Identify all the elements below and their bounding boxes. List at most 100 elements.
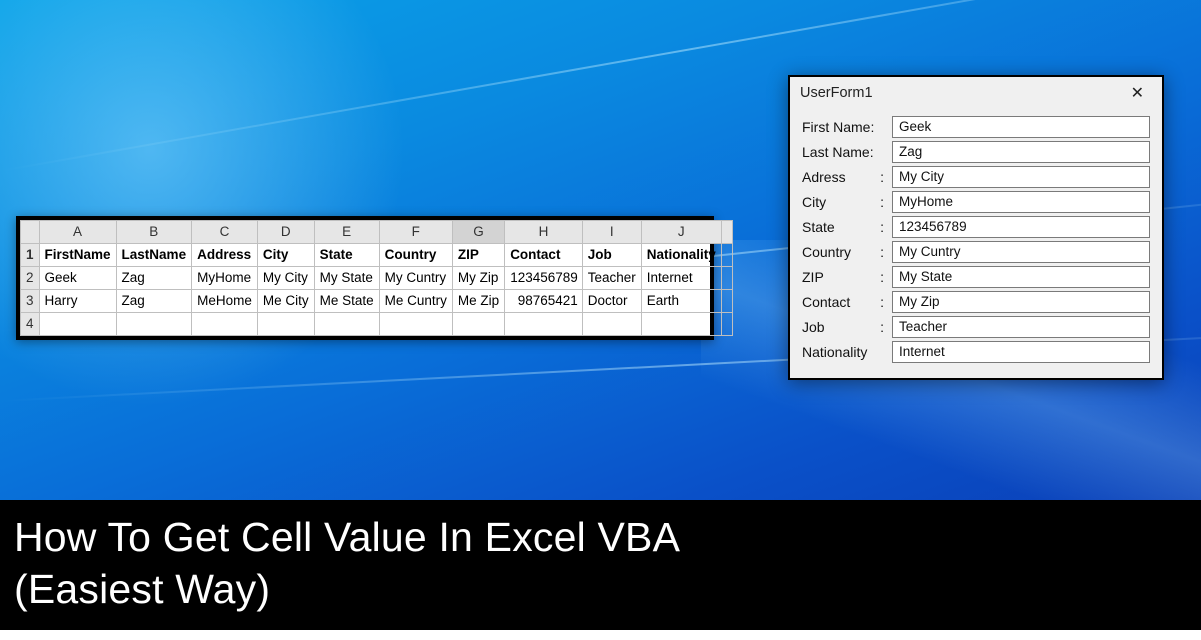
cell[interactable]: Zag [116, 267, 192, 290]
userform-titlebar[interactable]: UserForm1 ✕ [790, 77, 1162, 109]
col-I[interactable]: I [582, 221, 641, 244]
cell[interactable] [379, 313, 452, 336]
cell[interactable]: MyHome [192, 267, 258, 290]
form-textbox[interactable]: 123456789 [892, 216, 1150, 238]
colon: : [876, 294, 884, 310]
form-textbox[interactable]: Internet [892, 341, 1150, 363]
headline-line1: How To Get Cell Value In Excel VBA [14, 511, 1187, 563]
cell[interactable]: Me Cuntry [379, 290, 452, 313]
cell[interactable] [721, 267, 732, 290]
form-textbox[interactable]: My State [892, 266, 1150, 288]
cell[interactable]: Geek [39, 267, 116, 290]
cell[interactable] [505, 313, 583, 336]
cell[interactable]: MeHome [192, 290, 258, 313]
form-textbox[interactable]: My City [892, 166, 1150, 188]
cell[interactable] [582, 313, 641, 336]
cell[interactable]: Earth [641, 290, 721, 313]
cell[interactable]: Teacher [582, 267, 641, 290]
col-C[interactable]: C [192, 221, 258, 244]
form-label-text: State [802, 219, 835, 235]
cell[interactable]: FirstName [39, 244, 116, 267]
cell[interactable]: Address [192, 244, 258, 267]
cell[interactable]: My Cuntry [379, 267, 452, 290]
form-label: Job: [802, 319, 892, 335]
col-D[interactable]: D [257, 221, 314, 244]
cell[interactable]: Me State [314, 290, 379, 313]
cell[interactable] [721, 313, 732, 336]
cell[interactable]: 98765421 [505, 290, 583, 313]
cell[interactable]: Zag [116, 290, 192, 313]
cell[interactable]: State [314, 244, 379, 267]
table-row: 3 Harry Zag MeHome Me City Me State Me C… [21, 290, 733, 313]
cell[interactable] [721, 290, 732, 313]
col-J[interactable]: J [641, 221, 721, 244]
excel-sheet-panel: A B C D E F G H I J 1 FirstName LastName… [16, 216, 714, 340]
cell[interactable] [721, 244, 732, 267]
col-tail [721, 221, 732, 244]
rowhdr-3[interactable]: 3 [21, 290, 40, 313]
form-textbox[interactable]: Geek [892, 116, 1150, 138]
colon: : [876, 169, 884, 185]
cell[interactable] [39, 313, 116, 336]
userform-window[interactable]: UserForm1 ✕ First Name:GeekLast Name:Zag… [788, 75, 1164, 380]
colon: : [876, 269, 884, 285]
form-textbox[interactable]: Teacher [892, 316, 1150, 338]
cell[interactable]: My Zip [452, 267, 504, 290]
cell[interactable]: City [257, 244, 314, 267]
form-label-text: Job [802, 319, 825, 335]
colon: : [876, 244, 884, 260]
form-row: Adress:My City [802, 166, 1150, 188]
form-label-text: First Name: [802, 119, 874, 135]
table-row: 4 [21, 313, 733, 336]
cell[interactable]: Nationality [641, 244, 721, 267]
form-row: Contact: My Zip [802, 291, 1150, 313]
cell[interactable]: Country [379, 244, 452, 267]
cell[interactable] [116, 313, 192, 336]
cell[interactable]: Contact [505, 244, 583, 267]
cell[interactable] [314, 313, 379, 336]
cell[interactable]: ZIP [452, 244, 504, 267]
cell[interactable]: Me City [257, 290, 314, 313]
cell[interactable]: 123456789 [505, 267, 583, 290]
cell[interactable]: Internet [641, 267, 721, 290]
cell[interactable]: My City [257, 267, 314, 290]
col-E[interactable]: E [314, 221, 379, 244]
form-label: Adress: [802, 169, 892, 185]
form-row: NationalityInternet [802, 341, 1150, 363]
form-textbox[interactable]: MyHome [892, 191, 1150, 213]
cell[interactable]: My State [314, 267, 379, 290]
cell[interactable]: Job [582, 244, 641, 267]
col-F[interactable]: F [379, 221, 452, 244]
cell[interactable]: LastName [116, 244, 192, 267]
cell[interactable]: Me Zip [452, 290, 504, 313]
colon: : [876, 194, 884, 210]
form-label: Nationality [802, 344, 892, 360]
userform-title: UserForm1 [800, 85, 873, 101]
rowhdr-2[interactable]: 2 [21, 267, 40, 290]
userform-body: First Name:GeekLast Name:ZagAdress:My Ci… [790, 109, 1162, 378]
cell[interactable]: Harry [39, 290, 116, 313]
form-textbox[interactable]: My Cuntry [892, 241, 1150, 263]
cell[interactable]: Doctor [582, 290, 641, 313]
cell[interactable] [257, 313, 314, 336]
col-B[interactable]: B [116, 221, 192, 244]
colon: : [876, 219, 884, 235]
form-label-text: ZIP [802, 269, 824, 285]
form-label-text: Contact [802, 294, 850, 310]
cell[interactable] [192, 313, 258, 336]
form-textbox[interactable]: My Zip [892, 291, 1150, 313]
cell[interactable] [452, 313, 504, 336]
col-A[interactable]: A [39, 221, 116, 244]
form-textbox[interactable]: Zag [892, 141, 1150, 163]
form-row: Job:Teacher [802, 316, 1150, 338]
select-all-corner[interactable] [21, 221, 40, 244]
rowhdr-4[interactable]: 4 [21, 313, 40, 336]
excel-grid[interactable]: A B C D E F G H I J 1 FirstName LastName… [20, 220, 733, 336]
cell[interactable] [641, 313, 721, 336]
col-G[interactable]: G [452, 221, 504, 244]
close-icon[interactable]: ✕ [1123, 81, 1152, 105]
form-label: Country: [802, 244, 892, 260]
col-H[interactable]: H [505, 221, 583, 244]
form-label-text: Adress [802, 169, 846, 185]
rowhdr-1[interactable]: 1 [21, 244, 40, 267]
